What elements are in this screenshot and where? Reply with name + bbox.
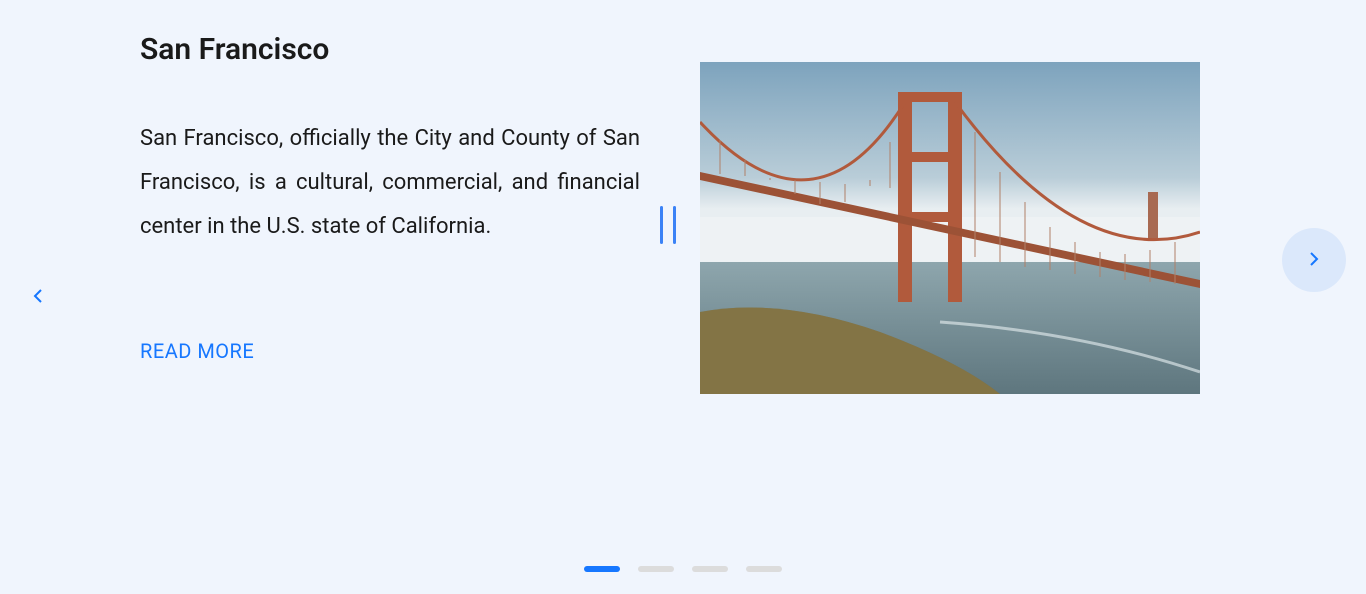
slide-image bbox=[700, 62, 1200, 394]
pause-bar bbox=[673, 206, 676, 244]
next-button[interactable] bbox=[1282, 228, 1346, 292]
indicator-dot-3[interactable] bbox=[692, 566, 728, 572]
slide: San Francisco San Francisco, officially … bbox=[0, 0, 1366, 394]
carousel: San Francisco San Francisco, officially … bbox=[0, 0, 1366, 594]
indicator-dot-4[interactable] bbox=[746, 566, 782, 572]
slide-text-section: San Francisco San Francisco, officially … bbox=[140, 32, 640, 363]
pause-bar bbox=[660, 206, 663, 244]
slide-description: San Francisco, officially the City and C… bbox=[140, 117, 640, 249]
indicator-dot-1[interactable] bbox=[584, 566, 620, 572]
slide-image-section bbox=[700, 32, 1200, 394]
slide-title: San Francisco bbox=[140, 32, 640, 67]
chevron-left-icon bbox=[30, 288, 46, 307]
pause-icon[interactable] bbox=[660, 206, 676, 244]
chevron-right-icon bbox=[1306, 251, 1322, 270]
carousel-indicators bbox=[584, 566, 782, 572]
indicator-dot-2[interactable] bbox=[638, 566, 674, 572]
previous-button[interactable] bbox=[6, 265, 70, 329]
read-more-link[interactable]: READ MORE bbox=[140, 339, 254, 363]
